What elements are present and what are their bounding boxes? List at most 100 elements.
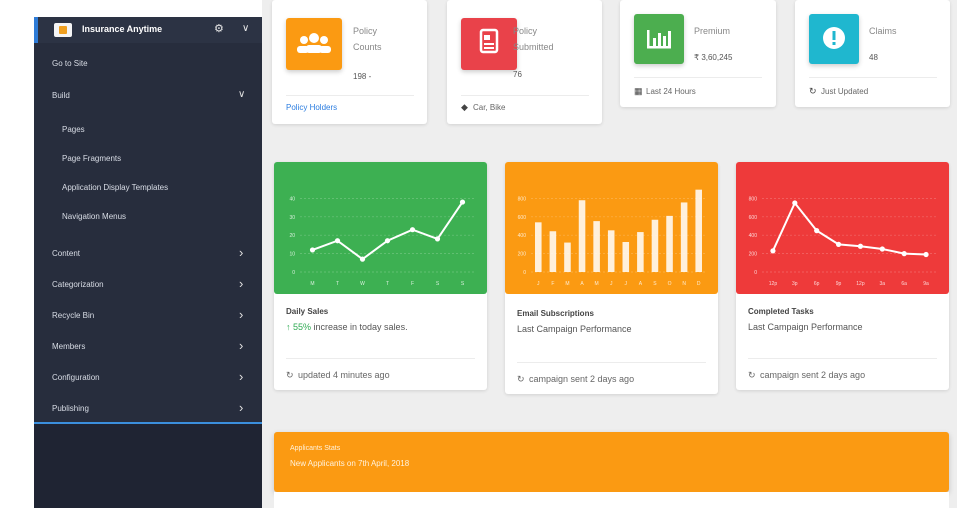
sidebar-item-label: Go to Site (52, 59, 88, 68)
stat-category: Policy (513, 26, 538, 36)
sidebar-item-navigation-menus[interactable]: Navigation Menus (34, 204, 262, 228)
stat-category: Policy (353, 26, 378, 36)
sidebar-item-label: Configuration (52, 373, 100, 382)
stat-value: 76 (513, 70, 522, 79)
y-tick-label: 30 (289, 215, 295, 221)
sidebar-item-label: Categorization (52, 280, 104, 289)
sidebar-item-label: Members (52, 342, 86, 351)
card-subtitle: ↑ 55% increase in today sales. (286, 322, 408, 332)
sidebar-item-content[interactable]: Content › (34, 241, 262, 265)
chevron-down-icon: ∨ (238, 89, 246, 100)
sidebar-item-pages[interactable]: Pages (34, 117, 262, 141)
y-tick-label: 200 (749, 252, 758, 258)
sidebar-item-categorization[interactable]: Categorization › (34, 272, 262, 296)
completed-tasks-chart: 0 200 400 600 800 12p 3p 6p 9p 12p 3a 6a 9a (736, 162, 949, 294)
sidebar-item-recycle-bin[interactable]: Recycle Bin › (34, 303, 262, 327)
y-tick-label: 600 (749, 215, 758, 221)
card-subtitle: New Applicants on 7th April, 2018 (290, 459, 410, 468)
sidebar-item-go-to-site[interactable]: Go to Site (34, 51, 262, 75)
stat-category: Claims (869, 26, 897, 36)
gear-icon[interactable]: ⚙ (214, 22, 224, 35)
data-point (792, 200, 798, 206)
y-tick-label: 0 (523, 270, 526, 276)
refresh-icon: ↻ (748, 370, 756, 380)
chevron-right-icon: › (239, 245, 244, 260)
applicants-stats-header: Applicants Stats New Applicants on 7th A… (274, 432, 949, 492)
sidebar-item-build[interactable]: Build ∨ (34, 83, 262, 107)
calendar-icon: ▦ (634, 86, 643, 96)
card-footer: updated 4 minutes ago (298, 370, 390, 380)
chart-background (274, 162, 487, 294)
chart-background (736, 162, 949, 294)
chevron-right-icon: › (239, 338, 244, 353)
bar (564, 242, 571, 272)
policy-holders-link[interactable]: Policy Holders (286, 103, 337, 112)
sidebar-item-application-display-templates[interactable]: Application Display Templates (34, 175, 262, 199)
chevron-right-icon: › (239, 276, 244, 291)
increase-percent: ↑ 55% (286, 322, 312, 332)
x-tick-label: M (595, 281, 599, 287)
stat-card-policy-submitted: Policy Submitted 76 ◆ Car, Bike (447, 0, 602, 124)
bar (637, 232, 644, 272)
x-tick-label: F (411, 281, 414, 287)
divider (286, 95, 414, 96)
sidebar-item-page-fragments[interactable]: Page Fragments (34, 146, 262, 170)
document-icon (461, 18, 517, 70)
chevron-right-icon: › (239, 369, 244, 384)
data-point (835, 241, 842, 247)
y-tick-label: 40 (289, 196, 295, 202)
chevron-down-icon[interactable]: ∨ (242, 23, 249, 34)
stat-card-claims: Claims 48 ↻ Just Updated (795, 0, 950, 107)
bar-chart-icon (634, 14, 684, 64)
divider (809, 77, 937, 78)
sidebar: Insurance Anytime ⚙ ∨ Go to Site Build ∨… (34, 17, 262, 508)
x-tick-label: W (360, 281, 365, 287)
site-selector[interactable]: Insurance Anytime ⚙ ∨ (34, 17, 262, 43)
chevron-right-icon: › (239, 307, 244, 322)
stat-footer: Car, Bike (473, 103, 506, 112)
x-tick-label: M (565, 281, 569, 287)
x-tick-label: T (336, 281, 339, 287)
tag-icon: ◆ (461, 102, 468, 112)
y-tick-label: 400 (518, 233, 527, 239)
data-point (359, 256, 366, 262)
card-subtitle: Last Campaign Performance (748, 322, 863, 332)
y-tick-label: 800 (518, 196, 527, 202)
y-tick-label: 10 (289, 252, 295, 258)
y-tick-label: 20 (289, 233, 295, 239)
bar (607, 230, 615, 272)
card-title: Email Subscriptions (517, 309, 594, 318)
x-tick-label: 6a (901, 281, 907, 287)
sidebar-item-label: Pages (62, 125, 85, 134)
sidebar-footer-area (34, 424, 262, 508)
email-subscriptions-chart: 0200400600800J F M A M J J A S O N D (505, 162, 718, 294)
stat-category: Counts (353, 42, 382, 52)
divider (286, 358, 475, 359)
bar (622, 242, 630, 272)
sidebar-item-label: Navigation Menus (62, 212, 127, 221)
data-point (814, 228, 820, 234)
sidebar-item-members[interactable]: Members › (34, 334, 262, 358)
y-tick-label: 600 (518, 215, 527, 221)
chevron-right-icon: › (239, 400, 244, 415)
card-footer: campaign sent 2 days ago (529, 374, 635, 384)
y-tick-label: 800 (749, 196, 758, 202)
sidebar-item-publishing[interactable]: Publishing › (34, 396, 262, 420)
card-footer: campaign sent 2 days ago (760, 370, 866, 380)
y-tick-label: 0 (754, 270, 757, 276)
stat-value: 198 - (353, 72, 372, 81)
completed-tasks-card: 0 200 400 600 800 12p 3p 6p 9p 12p 3a 6a 9a Complete… (736, 162, 949, 390)
x-tick-label: 3a (880, 281, 886, 287)
sidebar-item-label: Content (52, 249, 81, 258)
stat-category: Premium (694, 26, 731, 36)
stat-value: 48 (869, 53, 878, 62)
stat-category: Submitted (513, 42, 554, 52)
x-tick-label: 6p (814, 281, 820, 287)
bar (680, 202, 688, 272)
x-tick-label: 9p (836, 281, 842, 287)
bar (535, 222, 542, 272)
stat-footer: Just Updated (821, 87, 869, 96)
refresh-icon: ↻ (286, 370, 294, 380)
sidebar-item-configuration[interactable]: Configuration › (34, 365, 262, 389)
y-tick-label: 0 (292, 270, 295, 276)
